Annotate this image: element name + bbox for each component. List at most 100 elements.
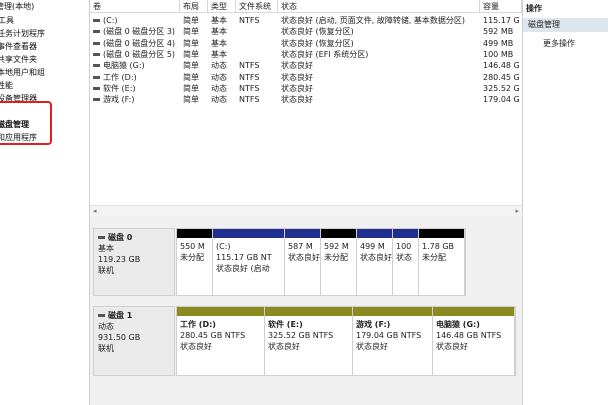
col-capacity[interactable]: 容量 (480, 0, 522, 13)
partition-line-2: 未分配 (422, 253, 446, 262)
table-row[interactable]: 电脑猿 (G:) 简单 动态 NTFS 状态良好 146.48 G (90, 60, 522, 71)
partition-line-1: 587 M (288, 242, 313, 251)
disk-0-partitions: 550 M 未分配 (C:) 115.17 GB NT 状态良好 (启动 587 M 状态良… (176, 228, 466, 296)
partition-text: 电脑猿 (G:) 146.48 GB NTFS 状态良好 (436, 319, 501, 352)
table-row[interactable]: 游戏 (F:) 简单 动态 NTFS 状态良好 179.04 G (90, 94, 522, 105)
disk-graphical-view: 磁盘 0 基本 119.23 GB 联机 550 M 未分配 (C:) 115.17 … (90, 216, 523, 405)
disk-icon (98, 236, 105, 239)
col-volume[interactable]: 卷 (90, 0, 180, 13)
row-filesystem (236, 38, 278, 49)
disk-0-partition[interactable]: (C:) 115.17 GB NT 状态良好 (启动 (213, 229, 285, 295)
horizontal-scrollbar[interactable]: ◂ ▸ (90, 205, 522, 216)
row-capacity: 499 MB (483, 38, 514, 48)
row-filesystem: NTFS (239, 61, 260, 71)
disk-1-info[interactable]: 磁盘 1 动态 931.50 GB 联机 (93, 306, 175, 376)
partition-line-1: 工作 (D:) (180, 320, 216, 329)
actions-section-disk-management[interactable]: 磁盘管理 (523, 18, 608, 32)
row-layout: 简单 (183, 83, 199, 93)
volume-name: 工作 (D:) (103, 72, 137, 82)
table-row[interactable]: (磁盘 0 磁盘分区 3) 简单 基本 状态良好 (恢复分区) 592 MB (90, 26, 522, 37)
disk-1-partition[interactable]: 游戏 (F:) 179.04 GB NTFS 状态良好 (353, 307, 433, 375)
disk-0-partition[interactable]: 550 M 未分配 (177, 229, 213, 295)
row-capacity: 146.48 G (483, 61, 520, 71)
row-type: 基本 (211, 27, 227, 37)
row-capacity: 280.45 G (483, 72, 520, 82)
partition-color-bar (177, 229, 212, 238)
row-volume: 软件 (E:) (90, 83, 180, 94)
scroll-right-arrow-icon[interactable]: ▸ (515, 206, 519, 216)
row-type: 动态 (211, 83, 227, 93)
row-status: 状态良好 (281, 61, 313, 71)
table-row[interactable]: (磁盘 0 磁盘分区 4) 简单 基本 状态良好 (恢复分区) 499 MB (90, 38, 522, 49)
partition-text: 游戏 (F:) 179.04 GB NTFS 状态良好 (356, 319, 421, 352)
volume-name: (磁盘 0 磁盘分区 3) (103, 27, 176, 37)
col-status[interactable]: 状态 (278, 0, 480, 13)
row-status: 状态良好 (恢复分区) (281, 38, 354, 48)
partition-color-bar (353, 307, 432, 316)
table-row[interactable]: (磁盘 0 磁盘分区 5) 简单 基本 状态良好 (EFI 系统分区) 100 MB (90, 49, 522, 60)
table-row[interactable]: 软件 (E:) 简单 动态 NTFS 状态良好 325.52 G (90, 83, 522, 94)
row-filesystem (236, 26, 278, 37)
volume-name: (磁盘 0 磁盘分区 4) (103, 38, 176, 48)
disk-0-info[interactable]: 磁盘 0 基本 119.23 GB 联机 (93, 228, 175, 296)
scroll-left-arrow-icon[interactable]: ◂ (93, 206, 97, 216)
disk-1-state: 联机 (98, 344, 114, 353)
row-layout: 简单 (183, 72, 199, 82)
col-type[interactable]: 类型 (208, 0, 236, 13)
nav-computer-management[interactable]: 管理(本地) (0, 2, 34, 12)
volume-icon (93, 75, 100, 79)
disk-0-partition[interactable]: 100 状态 (393, 229, 419, 295)
col-filesystem[interactable]: 文件系统 (236, 0, 278, 13)
row-filesystem (236, 49, 278, 60)
table-row[interactable]: (C:) 简单 基本 NTFS 状态良好 (启动, 页面文件, 故障转储, 基本数据分区… (90, 15, 522, 26)
nav-task-scheduler[interactable]: 任务计划程序 (0, 29, 45, 39)
partition-line-1: 100 (396, 242, 412, 251)
volume-icon (93, 41, 100, 45)
row-type: 基本 (211, 49, 227, 59)
partition-color-bar (265, 307, 352, 316)
disk-1-partition[interactable]: 工作 (D:) 280.45 GB NTFS 状态良好 (177, 307, 265, 375)
partition-line-2: 179.04 GB NTFS (356, 331, 422, 340)
row-capacity: 325.52 G (483, 83, 520, 93)
col-layout[interactable]: 布局 (180, 0, 208, 13)
disk-1-partition[interactable]: 电脑猿 (G:) 146.48 GB NTFS 状态良好 (433, 307, 515, 375)
nav-event-viewer[interactable]: 事件查看器 (0, 42, 37, 52)
partition-line-2: 325.52 GB NTFS (268, 331, 334, 340)
disk-0-partition[interactable]: 499 M 状态良好 (357, 229, 393, 295)
row-layout: 简单 (183, 49, 199, 59)
partition-color-bar (177, 307, 264, 316)
table-row[interactable]: 工作 (D:) 简单 动态 NTFS 状态良好 280.45 G (90, 72, 522, 83)
row-volume: (磁盘 0 磁盘分区 4) (90, 38, 180, 49)
row-status: 状态良好 (281, 95, 313, 105)
partition-line-1: 软件 (E:) (268, 320, 303, 329)
partition-line-2: 146.48 GB NTFS (436, 331, 502, 340)
partition-line-2: 未分配 (324, 253, 348, 262)
partition-line-3: 状态良好 (268, 342, 300, 351)
row-status: 状态良好 (281, 83, 313, 93)
partition-line-1: 1.78 GB (422, 242, 455, 251)
partition-line-1: 电脑猿 (G:) (436, 320, 480, 329)
row-filesystem: NTFS (239, 16, 260, 25)
nav-shared-folders[interactable]: 共享文件夹 (0, 55, 37, 65)
row-capacity: 115.17 G (483, 16, 520, 25)
row-layout: 简单 (183, 61, 199, 71)
partition-line-3: 状态良好 (180, 342, 212, 351)
disk-0-partition[interactable]: 592 M 未分配 (321, 229, 357, 295)
more-actions-link[interactable]: 更多操作 (543, 38, 575, 49)
partition-line-3: 状态良好 (436, 342, 468, 351)
volume-icon (93, 64, 100, 68)
row-layout: 简单 (183, 38, 199, 48)
row-type: 基本 (211, 16, 227, 25)
partition-text: 499 M 状态良好 (360, 241, 392, 263)
disk-0-partition[interactable]: 587 M 状态良好 (285, 229, 321, 295)
nav-performance[interactable]: 性能 (0, 81, 13, 91)
disk-0-partition[interactable]: 1.78 GB 未分配 (419, 229, 465, 295)
partition-color-bar (419, 229, 464, 238)
partition-text: 587 M 状态良好 (288, 241, 320, 263)
nav-local-users[interactable]: 本地用户和组 (0, 68, 45, 78)
nav-system-tools[interactable]: 工具 (0, 16, 14, 26)
volume-icon (93, 86, 100, 90)
volume-icon (93, 98, 100, 102)
volume-name: 软件 (E:) (103, 83, 136, 93)
disk-1-partition[interactable]: 软件 (E:) 325.52 GB NTFS 状态良好 (265, 307, 353, 375)
